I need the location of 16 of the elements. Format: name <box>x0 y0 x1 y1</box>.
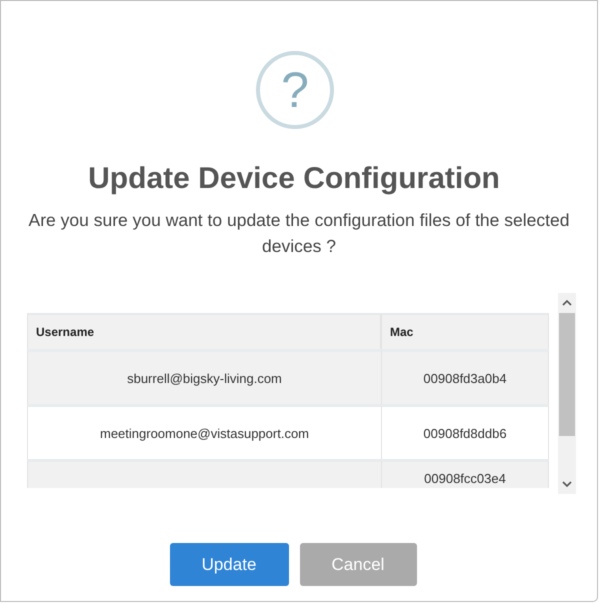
table-cell: sburrell@bigsky-living.com <box>27 349 381 404</box>
table-cell: 00908fd8ddb6 <box>381 404 549 459</box>
table-cell: meetingroomone@vistasupport.com <box>27 404 381 459</box>
scrollbar[interactable] <box>558 293 576 494</box>
scrollbar-thumb[interactable] <box>559 313 575 436</box>
dialog-message: Are you sure you want to update the configuration files of the selected devices ? <box>28 209 570 258</box>
table-cell: 00908fcc03e4 <box>381 459 549 488</box>
column-header: Username <box>27 313 381 349</box>
cancel-button[interactable]: Cancel <box>300 543 416 586</box>
table-cell: 00908fd3a0b4 <box>381 349 549 404</box>
column-header: Mac <box>381 313 549 349</box>
question-icon: ? <box>256 51 334 129</box>
scroll-up-icon[interactable] <box>562 299 572 306</box>
scroll-down-icon[interactable] <box>562 481 572 488</box>
dialog-title: Update Device Configuration <box>88 161 500 197</box>
update-button[interactable]: Update <box>170 543 288 586</box>
